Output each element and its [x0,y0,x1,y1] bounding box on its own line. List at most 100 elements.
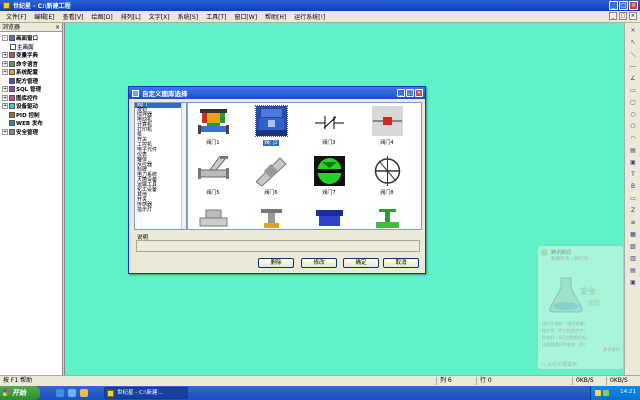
image-item[interactable]: 阀门7 [310,156,348,196]
expand-icon[interactable]: + [2,103,8,110]
image-item[interactable] [194,206,232,229]
hline-tool-icon[interactable]: — [628,61,638,71]
menu-edit[interactable]: 编辑[E] [34,12,54,21]
dialog-minimize-button[interactable]: _ [397,89,405,97]
menu-view[interactable]: 查看[V] [63,12,84,21]
bitmap-tool-icon[interactable]: ▣ [628,157,638,167]
arc-tool-icon[interactable]: ◠ [628,133,638,143]
tree-item[interactable]: 主画面 [0,42,62,52]
image-item[interactable]: 阀门8 [368,156,406,196]
close-button[interactable]: × [629,1,638,10]
trend-tool-icon[interactable]: ▧ [628,241,638,251]
line-tool-icon[interactable]: ＼ [628,49,638,59]
image-item[interactable]: 阀门2 [252,105,290,146]
category-list[interactable]: 阀门 按钮 搅拌器 电动机 计算机 打印机泵开关 工控机 电子元件 仪表 罐体 反应器 标牌 电力系统灭… [134,102,187,230]
ok-button[interactable]: 确定 [343,258,379,268]
expand-icon[interactable]: + [2,52,8,59]
tree-item-label: 主画面 [17,42,34,51]
image-item[interactable]: 阀门6 [252,156,290,196]
menu-tools[interactable]: 工具[T] [206,12,226,21]
maximize-button[interactable]: □ [619,1,628,10]
tree-item[interactable]: + 系统配置 [0,68,62,77]
bold-text-icon[interactable]: B [628,181,638,191]
rectangle-tool-icon[interactable]: ▭ [628,85,638,95]
image-item[interactable]: 阀门3 [310,106,348,146]
pipe-tool-icon[interactable]: ▤ [628,145,638,155]
tree-item[interactable]: + 设备驱动 [0,102,62,111]
mdi-minimize-button[interactable]: _ [609,12,617,20]
category-scrollbar[interactable] [181,103,186,229]
image-item[interactable]: 阀门4 [368,106,406,146]
polyline-tool-icon[interactable]: ∠ [628,73,638,83]
expand-icon[interactable]: + [2,94,8,101]
news-item[interactable]: 用户至最新（请点提醒） [542,321,588,327]
news-item[interactable]: 那样好（SO公需提前先） [542,335,590,341]
cancel-button[interactable]: 取消 [383,258,419,268]
pointer-tool-icon[interactable]: ↖ [628,37,638,47]
tray-icon[interactable] [603,390,609,396]
alarm-tool-icon[interactable]: ▥ [628,253,638,263]
menu-run-system[interactable]: 运行系统[!] [294,12,325,21]
minimize-button[interactable]: _ [609,1,618,10]
report-tool-icon[interactable]: ▤ [628,265,638,275]
media-icon[interactable] [80,389,88,397]
tree-item[interactable]: + 安全管理 [0,128,62,137]
zoom-tool-icon[interactable]: Z [628,205,638,215]
collapse-icon[interactable]: - [2,35,8,42]
tree-item[interactable]: PID 控制 [0,111,62,120]
tree-item[interactable]: + 变量字典 [0,51,62,60]
menu-text[interactable]: 文字[X] [149,12,170,21]
grid-tool-icon[interactable]: ▦ [628,229,638,239]
expand-icon[interactable]: + [2,60,8,67]
text-tool-icon[interactable]: T [628,169,638,179]
tree-item[interactable]: - 画面窗口 [0,34,62,43]
ie-icon[interactable] [56,389,64,397]
modify-button[interactable]: 修改 [301,258,337,268]
tree-item[interactable]: + 图库控件 [0,94,62,103]
mdi-close-button[interactable]: × [629,12,637,20]
polygon-tool-icon[interactable]: ⬠ [628,121,638,131]
ellipse-tool-icon[interactable]: ○ [628,109,638,119]
delete-button[interactable]: 删除 [258,258,294,268]
start-button[interactable]: 开始 [0,386,40,400]
tree-item[interactable]: + SQL 管理 [0,85,62,94]
image-caption: 阀门2 [263,140,279,146]
dont-show-again-checkbox[interactable]: ☐ 以后不再提示 [541,361,577,368]
tray-icon[interactable] [595,390,601,396]
tree-item[interactable]: 配方管理 [0,77,62,86]
desktop-icon[interactable] [68,389,76,397]
menu-window[interactable]: 窗口[W] [234,12,257,21]
menu-arrange[interactable]: 排列[L] [121,12,141,21]
menu-system[interactable]: 系统[S] [178,12,199,21]
align-tool-icon[interactable]: ≡ [628,217,638,227]
news-item[interactable]: 迅腾是最好的软件（那） [542,342,588,348]
expand-icon[interactable]: + [2,128,8,135]
close-icon[interactable]: × [55,23,60,32]
menu-file[interactable]: 文件[F] [6,12,26,21]
rounded-rect-tool-icon[interactable]: ▢ [628,97,638,107]
taskbar-app-button[interactable]: 世纪星 - C:\新建... [104,387,188,399]
mdi-restore-button[interactable]: □ [619,12,627,20]
menu-draw[interactable]: 绘图[D] [91,12,112,21]
tree-item[interactable]: + 命令语言 [0,60,62,69]
control-tool-icon[interactable]: ▣ [628,277,638,287]
image-item[interactable]: 阀门1 [194,106,232,146]
image-item[interactable] [310,206,348,229]
news-item[interactable]: 维护案（IP工程维护中） [542,328,588,334]
image-grid[interactable]: 阀门1 阀门2 阀门3 阀门4 阀门5 阀门6 阀门7 阀门8 [187,102,422,230]
image-item[interactable] [252,206,290,229]
more-link[interactable]: 更多资讯 [603,347,620,353]
dialog-maximize-button[interactable]: □ [406,89,414,97]
news-popup[interactable]: 腾讯新闻 新闻热点 一网打尽 安全 保障 用户至最新（请点提醒） 维护案（IP工… [537,245,624,370]
button-tool-icon[interactable]: ▭ [628,193,638,203]
close-icon[interactable]: × [628,25,638,35]
expand-icon[interactable]: + [2,86,8,93]
expand-icon[interactable]: + [2,69,8,76]
menu-help[interactable]: 帮助[H] [265,12,286,21]
dialog-close-button[interactable]: × [415,89,423,97]
tree-node-icon [9,60,15,67]
image-item[interactable] [368,206,406,229]
tree-item[interactable]: WEB 发布 [0,119,62,128]
image-item[interactable]: 阀门5 [194,156,232,196]
category-item[interactable]: 指示灯 [135,208,186,213]
